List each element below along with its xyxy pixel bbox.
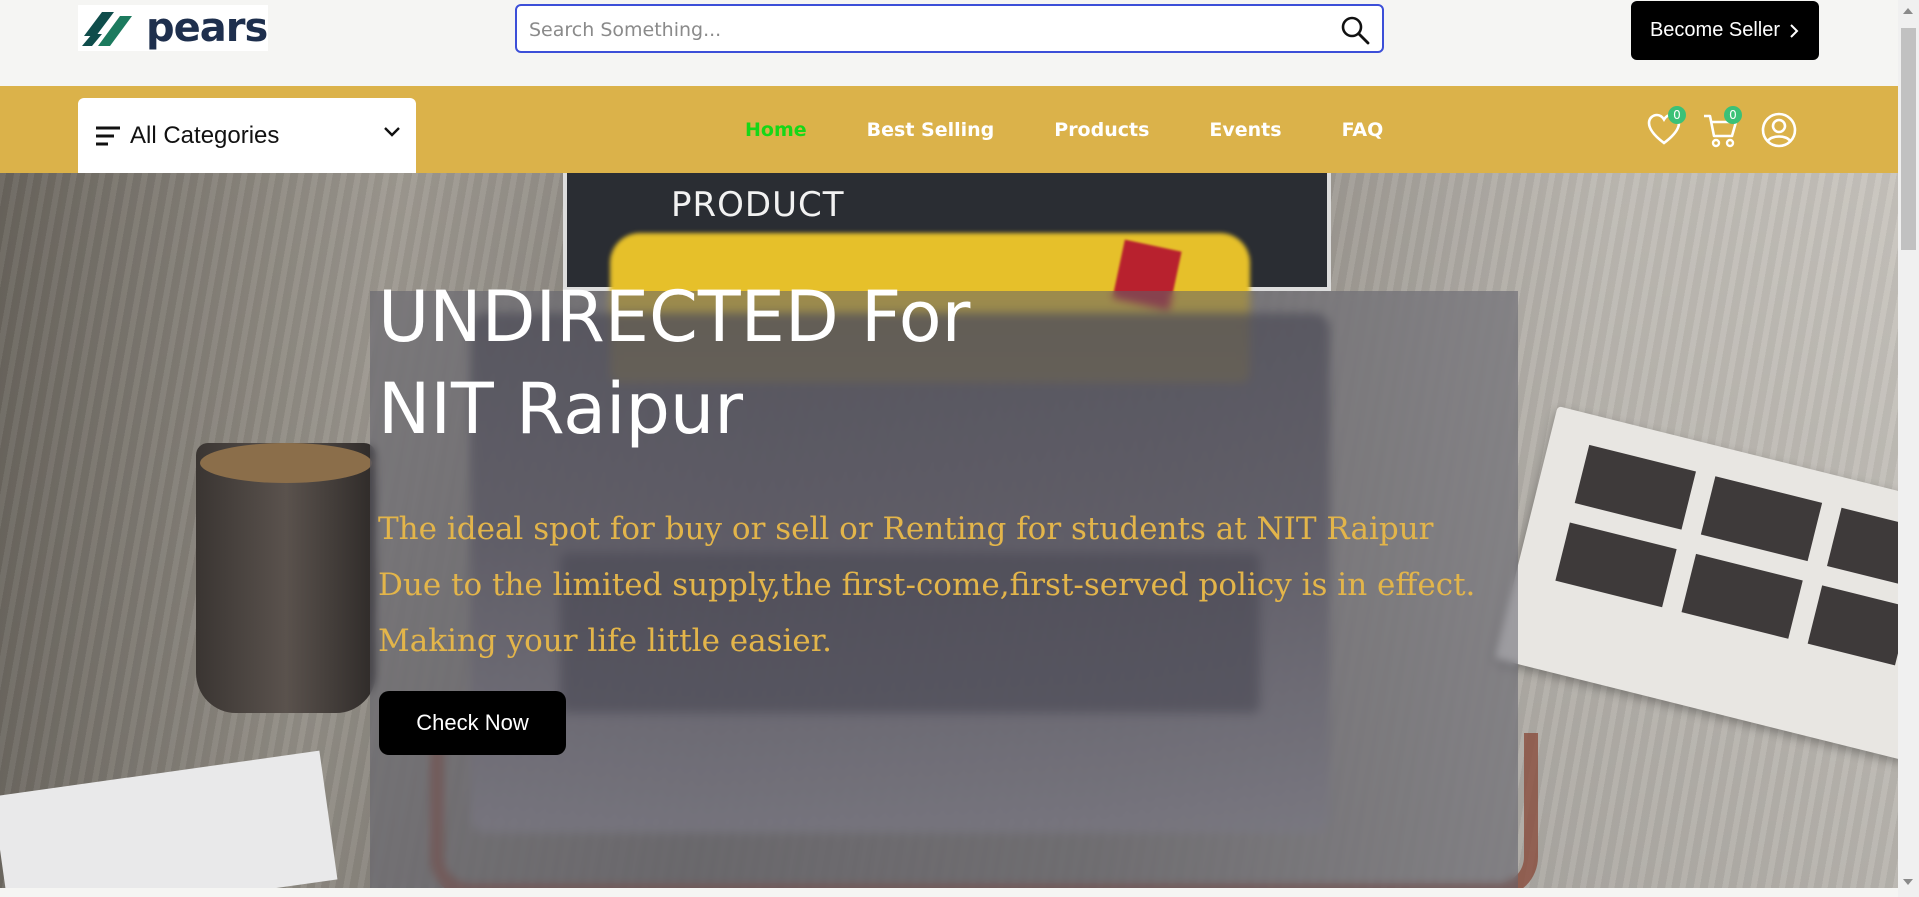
nav-link-home[interactable]: Home (745, 119, 807, 141)
all-categories-dropdown[interactable]: All Categories (78, 98, 416, 173)
hero-title-line-1: UNDIRECTED For (378, 276, 971, 358)
hero-subtitle-line-2: Due to the limited supply,the first-come… (378, 567, 1476, 603)
coffee-mug-image (196, 443, 376, 713)
hero-banner: PRODUCT UNDIRECTED For NIT Raipur The id… (0, 173, 1898, 888)
page-scrollbar[interactable] (1898, 0, 1919, 897)
nav-link-best-selling[interactable]: Best Selling (867, 119, 995, 141)
wishlist-button[interactable]: 0 (1646, 106, 1686, 150)
menu-lines-icon (96, 126, 120, 145)
page-bottom (0, 888, 1898, 897)
chevron-down-icon (384, 127, 400, 137)
coffee-image (200, 443, 372, 483)
hero-title: UNDIRECTED For NIT Raipur (378, 271, 1138, 455)
scroll-down-arrow-icon[interactable] (1903, 879, 1913, 885)
wishlist-count-badge: 0 (1668, 106, 1686, 124)
cart-button[interactable]: 0 (1702, 106, 1742, 150)
top-bar: pears Become Seller (0, 0, 1898, 86)
all-categories-label: All Categories (130, 121, 280, 149)
monitor-product-text: PRODUCT (671, 185, 845, 225)
search-icon[interactable] (1340, 15, 1370, 45)
cart-count-badge: 0 (1724, 106, 1742, 124)
nav-link-faq[interactable]: FAQ (1342, 119, 1384, 141)
nav-link-events[interactable]: Events (1209, 119, 1281, 141)
scroll-up-arrow-icon[interactable] (1903, 8, 1913, 14)
logo[interactable]: pears (78, 5, 268, 51)
chevron-right-icon (1790, 23, 1799, 38)
main-nav: Home Best Selling Products Events FAQ (720, 86, 1443, 173)
nav-link-products[interactable]: Products (1054, 119, 1149, 141)
user-circle-icon (1761, 112, 1797, 148)
hero-title-line-2: NIT Raipur (378, 368, 744, 450)
nav-bar: All Categories Home Best Selling Product… (0, 86, 1898, 173)
profile-button[interactable] (1760, 110, 1800, 150)
hero-subtitle-line-1: The ideal spot for buy or sell or Rentin… (378, 511, 1434, 547)
check-now-button[interactable]: Check Now (379, 691, 566, 755)
search-input[interactable] (527, 14, 1311, 46)
pears-logo-icon (82, 12, 132, 46)
search-bar (515, 4, 1384, 53)
become-seller-label: Become Seller (1649, 19, 1781, 41)
hero-subtitle-line-3: Making your life little easier. (378, 623, 833, 659)
brand-name: pears (146, 5, 268, 51)
scrollbar-thumb[interactable] (1901, 28, 1916, 250)
become-seller-button[interactable]: Become Seller (1631, 1, 1819, 60)
hero-subtitle: The ideal spot for buy or sell or Rentin… (378, 501, 1528, 669)
